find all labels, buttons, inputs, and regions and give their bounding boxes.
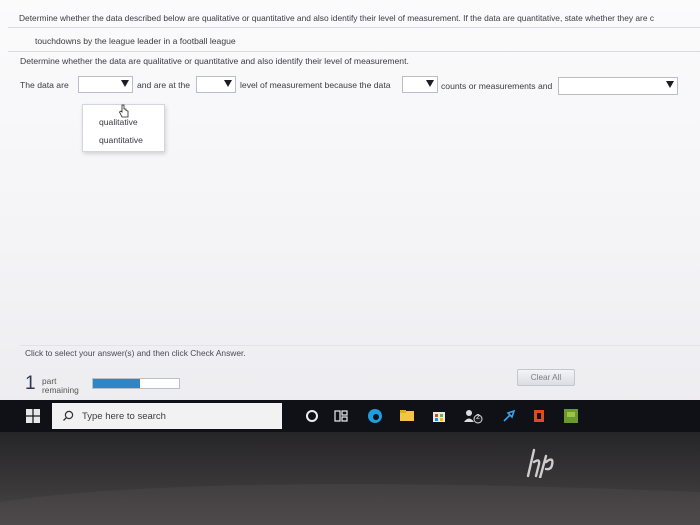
monitor-bezel bbox=[0, 432, 700, 525]
divider bbox=[8, 27, 700, 28]
answer-text-2: and are at the bbox=[137, 80, 191, 90]
level-dropdown[interactable] bbox=[196, 76, 236, 93]
taskbar: Type here to search 2 bbox=[0, 400, 700, 432]
office-icon[interactable] bbox=[530, 407, 548, 425]
game-icon[interactable] bbox=[562, 407, 580, 425]
counts-dropdown[interactable] bbox=[402, 76, 438, 93]
answer-text-4: counts or measurements and bbox=[441, 81, 553, 91]
answer-text-3: level of measurement because the data bbox=[240, 80, 391, 90]
answer-text-1: The data are bbox=[20, 80, 69, 90]
remaining-label: remaining bbox=[42, 385, 79, 395]
question-instruction: Determine whether the data described bel… bbox=[19, 13, 655, 23]
progress-fill bbox=[93, 379, 141, 388]
bezel-reflection bbox=[0, 484, 700, 525]
task-view-icon[interactable] bbox=[332, 407, 350, 425]
hint-text: Click to select your answer(s) and then … bbox=[25, 348, 246, 358]
clear-all-button[interactable]: Clear All bbox=[517, 369, 575, 386]
hp-logo bbox=[526, 448, 554, 478]
search-icon bbox=[63, 410, 74, 421]
chevron-down-icon bbox=[426, 80, 434, 87]
hand-cursor-icon bbox=[118, 104, 129, 118]
store-icon[interactable] bbox=[430, 407, 448, 425]
chevron-down-icon bbox=[121, 80, 129, 87]
final-dropdown[interactable] bbox=[558, 77, 678, 95]
divider bbox=[20, 345, 700, 346]
sub-instruction: Determine whether the data are qualitati… bbox=[20, 56, 409, 66]
file-explorer-icon[interactable] bbox=[398, 407, 416, 425]
data-type-dropdown[interactable] bbox=[78, 76, 133, 93]
taskbar-search[interactable]: Type here to search bbox=[52, 403, 282, 429]
question-panel: Determine whether the data described bel… bbox=[0, 0, 700, 400]
monitor-screen: Determine whether the data described bel… bbox=[0, 0, 700, 432]
cortana-icon[interactable] bbox=[303, 407, 321, 425]
chevron-down-icon bbox=[666, 81, 674, 88]
people-badge-count: 2 bbox=[476, 414, 480, 421]
people-icon[interactable]: 2 bbox=[462, 407, 483, 425]
parts-count: 1 bbox=[25, 373, 36, 394]
windows-icon[interactable] bbox=[26, 409, 40, 423]
divider bbox=[8, 51, 700, 52]
data-description: touchdowns by the league leader in a foo… bbox=[35, 36, 236, 46]
menu-item-quantitative[interactable]: quantitative bbox=[99, 135, 143, 145]
pen-icon[interactable] bbox=[500, 407, 518, 425]
edge-icon[interactable] bbox=[366, 407, 384, 425]
chevron-down-icon bbox=[224, 80, 232, 87]
search-placeholder: Type here to search bbox=[82, 411, 166, 422]
progress-bar bbox=[92, 378, 180, 389]
